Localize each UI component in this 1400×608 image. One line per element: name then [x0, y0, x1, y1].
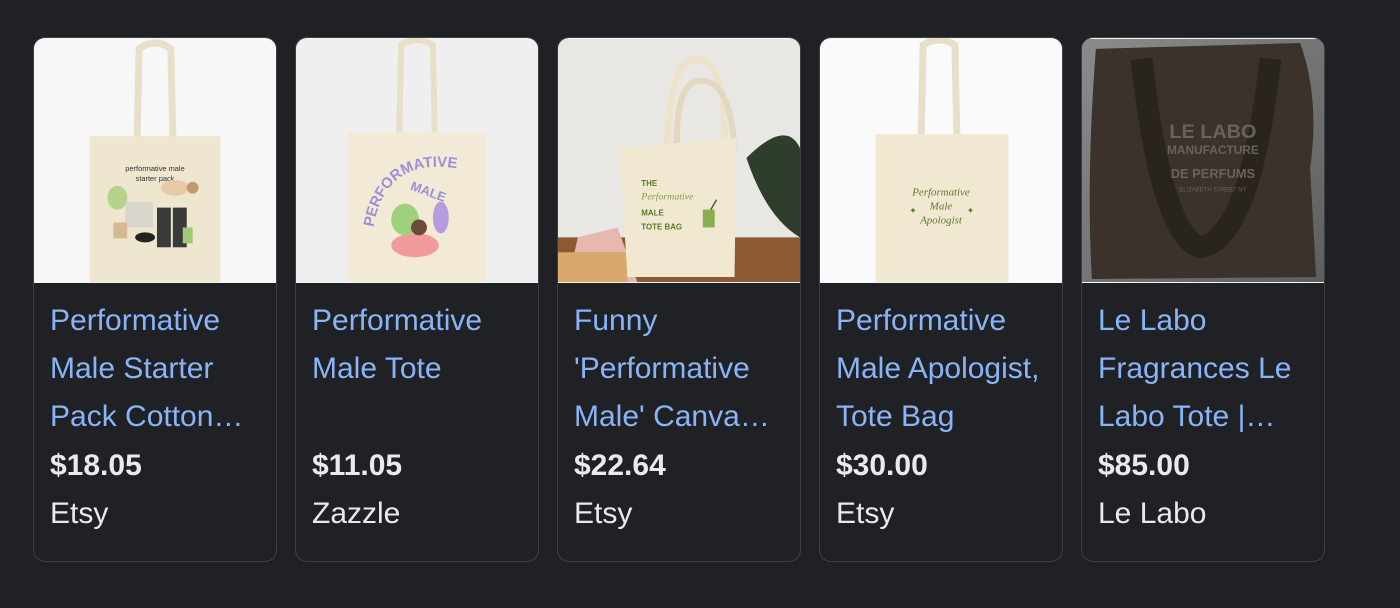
- image-text: THE: [641, 179, 657, 188]
- tote-bag-image: PERFORMATIVE MALE: [296, 38, 538, 282]
- product-title-link[interactable]: Performative Male Tote: [312, 297, 522, 441]
- product-card[interactable]: THE Performative MALE TOTE BAG Funny 'Pe…: [557, 37, 801, 562]
- tote-bag-image: THE Performative MALE TOTE BAG: [558, 39, 800, 282]
- product-image[interactable]: PERFORMATIVE MALE: [296, 38, 538, 283]
- image-text: TOTE BAG: [641, 222, 682, 231]
- product-image[interactable]: Performative Male Apologist ✦ ✦: [820, 38, 1062, 283]
- image-text: MANUFACTURE: [1167, 143, 1259, 157]
- product-source: Etsy: [50, 497, 109, 530]
- product-image[interactable]: THE Performative MALE TOTE BAG: [558, 38, 800, 283]
- product-price: $30.00: [836, 449, 928, 482]
- image-text: ELIZABETH STREET NY: [1179, 188, 1246, 194]
- product-title-link[interactable]: Le Labo Fragrances Le Labo Tote | Tote B…: [1098, 297, 1308, 441]
- product-card[interactable]: performative male starter pack Performat…: [33, 37, 277, 562]
- image-text: Male: [929, 201, 953, 213]
- product-image[interactable]: performative male starter pack: [34, 38, 276, 283]
- image-text: Performative: [911, 187, 970, 199]
- product-price: $18.05: [50, 449, 142, 482]
- product-card[interactable]: Performative Male Apologist ✦ ✦ Performa…: [819, 37, 1063, 562]
- product-price: $11.05: [312, 449, 403, 482]
- image-text: Apologist: [919, 214, 963, 226]
- svg-text:✦: ✦: [909, 207, 917, 217]
- svg-text:✦: ✦: [967, 207, 975, 217]
- product-source: Etsy: [836, 497, 895, 530]
- image-text: MALE: [641, 209, 663, 218]
- product-price: $85.00: [1098, 449, 1190, 482]
- image-text: LE LABO: [1169, 121, 1256, 143]
- product-card[interactable]: LE LABO MANUFACTURE DE PERFUMS ELIZABETH…: [1081, 37, 1325, 562]
- image-text: performative male: [125, 164, 184, 173]
- product-image[interactable]: LE LABO MANUFACTURE DE PERFUMS ELIZABETH…: [1082, 38, 1324, 283]
- product-card[interactable]: PERFORMATIVE MALE Performative Male Tote…: [295, 37, 539, 562]
- product-price: $22.64: [574, 449, 666, 482]
- product-source: Le Labo: [1098, 497, 1207, 530]
- product-title-link[interactable]: Performative Male Starter Pack Cotton To…: [50, 297, 260, 441]
- product-source: Zazzle: [312, 497, 401, 530]
- product-title-link[interactable]: Funny 'Performative Male' Canvas Tote Ba…: [574, 297, 784, 441]
- product-title-link[interactable]: Performative Male Apologist, Tote Bag: [836, 297, 1046, 441]
- image-text: Performative: [640, 192, 694, 203]
- shopping-results-row: performative male starter pack Performat…: [33, 37, 1325, 562]
- image-text: DE PERFUMS: [1171, 166, 1256, 181]
- product-source: Etsy: [574, 497, 633, 530]
- tote-bag-image: Performative Male Apologist ✦ ✦: [820, 38, 1062, 282]
- tote-bag-image: performative male starter pack: [34, 39, 276, 282]
- tote-bag-image: LE LABO MANUFACTURE DE PERFUMS ELIZABETH…: [1082, 39, 1324, 282]
